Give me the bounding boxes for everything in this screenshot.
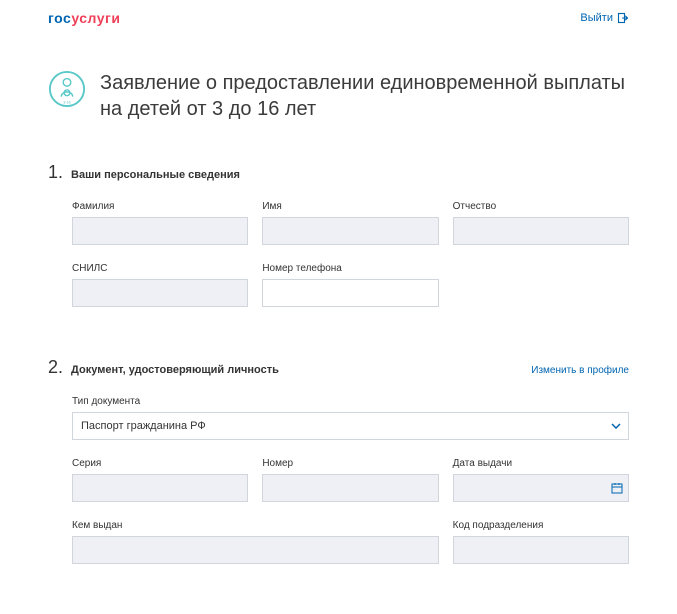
snils-field: СНИЛС <box>72 263 248 307</box>
doctype-value <box>72 412 629 440</box>
personal-form-grid: Фамилия Имя Отчество СНИЛС Номер телефон… <box>48 201 629 307</box>
issuedby-label: Кем выдан <box>72 520 439 531</box>
issuedate-label: Дата выдачи <box>453 458 629 469</box>
snils-label: СНИЛС <box>72 263 248 274</box>
section-title: Документ, удостоверяющий личность <box>71 364 279 376</box>
section-number: 1 <box>48 162 63 183</box>
docnumber-label: Номер <box>262 458 438 469</box>
issuedate-wrap[interactable] <box>453 474 629 502</box>
lastname-field: Фамилия <box>72 201 248 245</box>
section-number: 2 <box>48 357 63 378</box>
deptcode-input[interactable] <box>453 536 629 564</box>
page-title: Заявление о предоставлении единовременно… <box>100 70 629 122</box>
title-block: 3-16 Заявление о предоставлении единовре… <box>0 34 677 162</box>
snils-input[interactable] <box>72 279 248 307</box>
docnumber-field: Номер <box>262 458 438 502</box>
logo-part1: гос <box>48 10 71 26</box>
issuedby-field: Кем выдан <box>72 520 439 564</box>
issuedate-field: Дата выдачи <box>453 458 629 502</box>
issuedate-input[interactable] <box>453 474 629 502</box>
patronymic-label: Отчество <box>453 201 629 212</box>
lastname-label: Фамилия <box>72 201 248 212</box>
deptcode-field: Код подразделения <box>453 520 629 564</box>
document-form-grid: Серия Номер Дата выдачи Кем выдан Код по… <box>48 458 629 564</box>
section-header: 1 Ваши персональные сведения <box>48 162 629 183</box>
patronymic-field: Отчество <box>453 201 629 245</box>
section-title: Ваши персональные сведения <box>71 169 240 181</box>
section-header: 2 Документ, удостоверяющий личность <box>48 357 279 378</box>
series-field: Серия <box>72 458 248 502</box>
deptcode-label: Код подразделения <box>453 520 629 531</box>
logo-part2: услуги <box>71 10 120 26</box>
svg-text:3-16: 3-16 <box>63 100 71 104</box>
section-personal: 1 Ваши персональные сведения Фамилия Имя… <box>0 162 677 357</box>
edit-profile-link[interactable]: Изменить в профиле <box>531 365 629 376</box>
firstname-label: Имя <box>262 201 438 212</box>
logout-label: Выйти <box>580 12 613 24</box>
section-document: 2 Документ, удостоверяющий личность Изме… <box>0 357 677 614</box>
issuedby-input[interactable] <box>72 536 439 564</box>
doctype-label: Тип документа <box>72 396 629 407</box>
logout-link[interactable]: Выйти <box>580 12 629 24</box>
family-icon: 3-16 <box>48 70 86 108</box>
phone-label: Номер телефона <box>262 263 438 274</box>
phone-input[interactable] <box>262 279 438 307</box>
header: госуслуги Выйти <box>0 0 677 34</box>
logo: госуслуги <box>48 10 120 26</box>
patronymic-input[interactable] <box>453 217 629 245</box>
docnumber-input[interactable] <box>262 474 438 502</box>
phone-field: Номер телефона <box>262 263 438 307</box>
lastname-input[interactable] <box>72 217 248 245</box>
firstname-field: Имя <box>262 201 438 245</box>
logout-icon <box>617 12 629 24</box>
series-input[interactable] <box>72 474 248 502</box>
doctype-select[interactable] <box>72 412 629 440</box>
section-header-row: 2 Документ, удостоверяющий личность Изме… <box>48 357 629 396</box>
firstname-input[interactable] <box>262 217 438 245</box>
series-label: Серия <box>72 458 248 469</box>
doctype-field: Тип документа <box>48 396 629 440</box>
